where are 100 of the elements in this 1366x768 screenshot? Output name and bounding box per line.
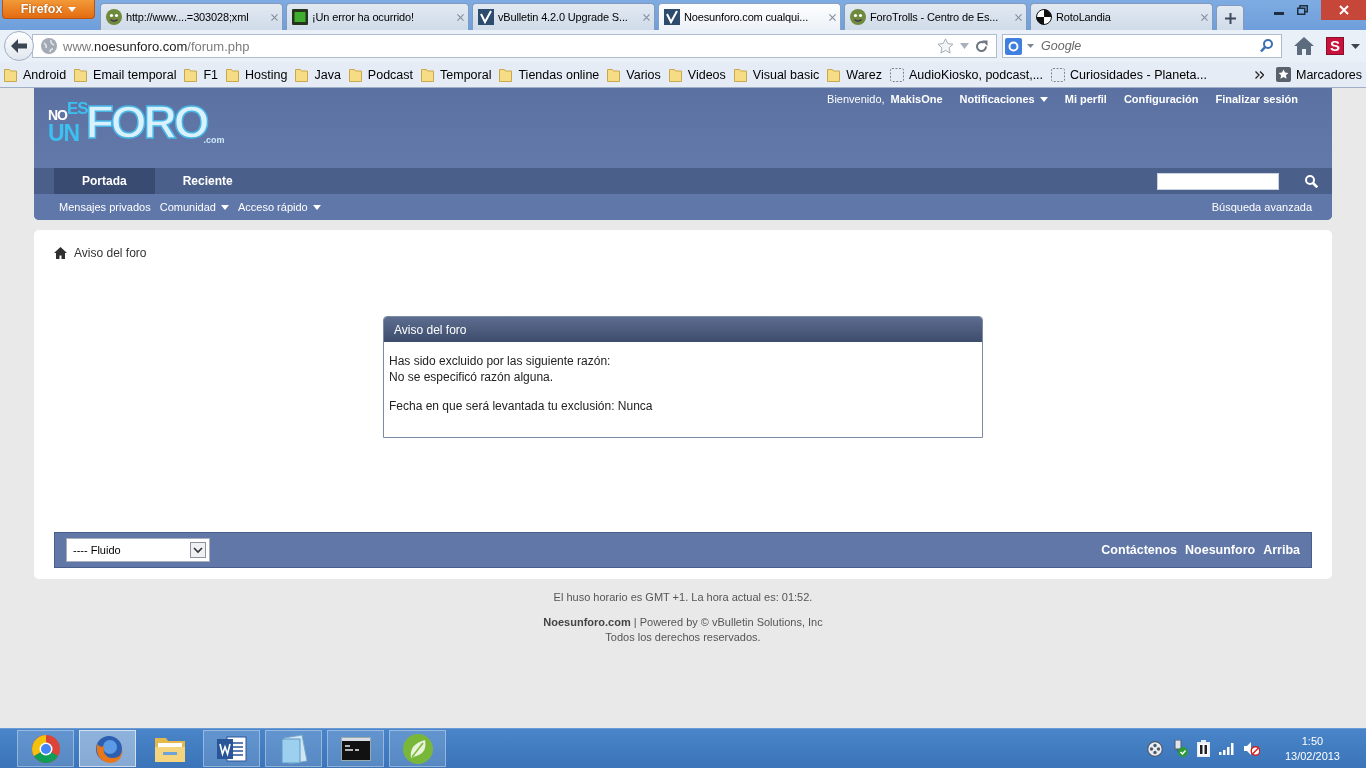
folder-icon xyxy=(226,67,241,82)
bookmark-folder[interactable]: Warez xyxy=(827,67,882,82)
globe-swirl-icon xyxy=(94,733,124,764)
browser-tab[interactable]: ¡Un error ha ocurrido! xyxy=(286,3,469,30)
close-icon[interactable] xyxy=(271,13,278,21)
browser-tab[interactable]: vBulletin 4.2.0 Upgrade S... xyxy=(472,3,655,30)
search-input[interactable]: Google xyxy=(1039,37,1255,55)
nav-tab[interactable]: Reciente xyxy=(154,168,261,194)
browser-tab[interactable]: RotoLandia xyxy=(1030,3,1213,30)
footer-link[interactable]: Arriba xyxy=(1263,543,1300,557)
cartoon-face-icon xyxy=(106,9,122,25)
header-link[interactable]: Configuración xyxy=(1123,93,1199,105)
bookmark-link[interactable]: AudioKiosko, podcast,... xyxy=(889,67,1044,82)
addon-button[interactable]: S xyxy=(1326,37,1344,55)
caret-icon[interactable] xyxy=(1351,43,1360,49)
taskbar-button[interactable] xyxy=(327,730,384,767)
bookmark-folder[interactable]: Podcast xyxy=(348,67,414,82)
terminal-icon xyxy=(340,736,371,761)
bookmark-folder[interactable]: Tiendas online xyxy=(499,67,600,82)
bookmark-folder[interactable]: Visual basic xyxy=(733,67,820,82)
bookmark-folder[interactable]: Java xyxy=(295,67,341,82)
search-icon[interactable] xyxy=(1260,39,1273,53)
style-select[interactable]: ---- Fluido xyxy=(66,538,210,562)
close-icon xyxy=(1338,5,1349,15)
clock-time[interactable]: 1:50 xyxy=(1301,733,1324,749)
bookmark-folder[interactable]: Hosting xyxy=(226,67,288,82)
leaf-icon xyxy=(402,733,433,764)
plus-icon xyxy=(1224,12,1236,24)
ball-icon xyxy=(1036,9,1052,25)
notepad-icon xyxy=(279,733,308,764)
bookmark-star-icon[interactable] xyxy=(937,38,954,54)
media-reel-icon[interactable] xyxy=(1146,740,1163,757)
header-link[interactable]: Finalizar sesión xyxy=(1215,93,1298,105)
globe-icon xyxy=(41,38,57,54)
folder-icon xyxy=(607,67,622,82)
home-icon[interactable] xyxy=(54,247,67,259)
folder-icon xyxy=(421,67,436,82)
bookmark-folder[interactable]: Android xyxy=(4,67,67,82)
page-icon xyxy=(889,67,904,82)
sub-nav-link[interactable]: Comunidad xyxy=(159,201,229,213)
chevron-icon[interactable] xyxy=(1255,70,1264,79)
folder-icon xyxy=(733,67,748,82)
reason-label: Has sido excluido por las siguiente razón: xyxy=(389,353,612,369)
bookmark-folder[interactable]: Temporal xyxy=(421,67,492,82)
close-icon[interactable] xyxy=(829,13,836,21)
page-icon xyxy=(1051,67,1066,82)
close-icon[interactable] xyxy=(457,13,464,21)
taskbar-button[interactable] xyxy=(203,730,260,767)
username-link[interactable]: MakisOne xyxy=(890,93,943,105)
bookmark-folder[interactable]: F1 xyxy=(184,67,219,82)
bookmark-folder[interactable]: Videos xyxy=(668,67,726,82)
header-link[interactable]: Notificaciones xyxy=(959,93,1048,105)
advanced-search-link[interactable]: Búsqueda avanzada xyxy=(1211,201,1312,213)
notice-title: Aviso del foro xyxy=(384,317,982,342)
check-tile-icon xyxy=(664,9,680,25)
bookmark-folder[interactable]: Varios xyxy=(607,67,661,82)
folder-icon xyxy=(184,67,199,82)
bookmarks-menu-button[interactable]: Marcadores xyxy=(1276,67,1362,82)
close-icon[interactable] xyxy=(643,13,650,21)
battery-icon[interactable] xyxy=(1196,740,1210,757)
header-link[interactable]: Mi perfil xyxy=(1064,93,1107,105)
close-icon[interactable] xyxy=(1201,13,1208,21)
timezone-text: El huso horario es GMT +1. La hora actual es: 01:52. xyxy=(553,590,813,604)
device-check-icon[interactable] xyxy=(1171,740,1188,757)
browser-tab[interactable]: Noesunforo.com cualqui... xyxy=(658,3,841,30)
speaker-muted-icon[interactable] xyxy=(1243,741,1260,756)
star-tile-icon xyxy=(1276,67,1291,82)
sub-nav-link[interactable]: Mensajes privados xyxy=(59,201,151,213)
caret-icon[interactable] xyxy=(1027,44,1034,48)
browser-tab[interactable]: http://www....=303028;xml xyxy=(100,3,283,30)
screen-icon xyxy=(292,9,308,25)
reload-icon[interactable] xyxy=(975,39,988,53)
search-engine-icon[interactable] xyxy=(1005,37,1022,55)
new-tab-button[interactable] xyxy=(1216,5,1244,30)
clock-date[interactable]: 13/02/2013 xyxy=(1284,748,1340,764)
bookmark-link[interactable]: Curiosidades - Planeta... xyxy=(1051,67,1207,82)
footer-link[interactable]: Noesunforo xyxy=(1185,543,1256,557)
folder-icon xyxy=(4,67,18,82)
bookmark-folder[interactable]: Email temporal xyxy=(74,67,177,82)
browser-tab[interactable]: ForoTrolls - Centro de Es... xyxy=(844,3,1027,30)
breadcrumb-text: Aviso del foro xyxy=(74,246,147,260)
search-icon[interactable] xyxy=(1305,174,1318,188)
rights-text: Todos los derechos reservados. xyxy=(605,630,761,645)
sub-nav-link[interactable]: Acceso rápido xyxy=(238,201,321,213)
reason-text: No se especificó razón alguna. xyxy=(389,369,555,385)
signal-bars-icon[interactable] xyxy=(1218,742,1235,755)
minimize-icon[interactable] xyxy=(1274,11,1284,15)
folder-icon xyxy=(74,67,89,82)
restore-icon[interactable] xyxy=(1297,5,1308,15)
address-field[interactable]: www.noesunforo.com/forum.php xyxy=(32,34,997,58)
folder-icon xyxy=(499,67,514,82)
document-icon xyxy=(216,734,247,763)
search-field[interactable]: Google xyxy=(1002,34,1282,58)
forum-search-field[interactable] xyxy=(1157,172,1279,190)
close-window-button[interactable] xyxy=(1321,0,1366,20)
back-button[interactable] xyxy=(4,31,34,61)
copyright-text: Noesunforo.com | Powered by © vBulletin Solutions, Inc xyxy=(543,615,823,630)
segmented-circle-icon xyxy=(31,734,60,763)
nav-tab[interactable]: Portada xyxy=(54,168,155,194)
footer-link[interactable]: Contáctenos xyxy=(1101,543,1178,557)
